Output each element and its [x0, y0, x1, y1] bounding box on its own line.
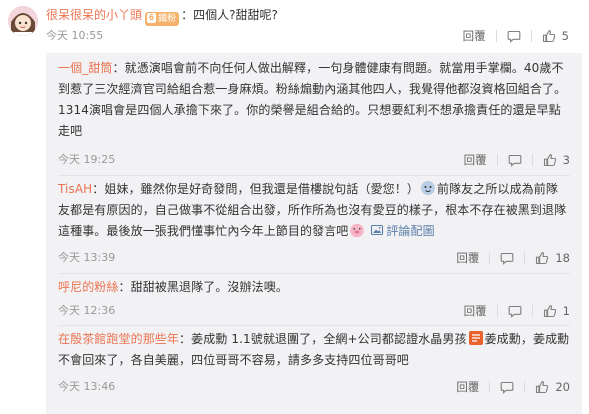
timestamp: 今天 10:55 [46, 29, 104, 42]
reply-button[interactable]: 回覆 [456, 380, 479, 394]
list-item: 在殷茶館跑堂的那些年：姜成勳 1.1號就退團了，全網+公司都認證水晶男孩 姜成勳，… [58, 329, 570, 371]
reply-button[interactable]: 回覆 [463, 29, 486, 43]
reply-actions: 回覆 1 [464, 304, 570, 318]
comment-actions: 回覆 5 [463, 29, 569, 43]
divider [531, 154, 533, 166]
fan-badge[interactable]: 6 鐵粉 [145, 12, 180, 26]
like-count: 5 [561, 29, 569, 43]
list-item: 呼尼的粉絲：甜甜被黑退隊了。沒辦法噢。 [58, 277, 570, 298]
list-item: TisAH：姐妹，雖然你是好奇發問，但我還是借樓說句話（愛您！） 前隊友之所以成為… [58, 179, 570, 242]
thumbs-up-icon[interactable] [543, 304, 557, 318]
divider [58, 273, 570, 274]
timestamp: 今天 12:36 [58, 304, 116, 317]
reply-actions: 回覆 3 [464, 153, 570, 167]
timestamp: 今天 19:25 [58, 153, 116, 166]
reply-text: 呼尼的粉絲：甜甜被黑退隊了。沒辦法噢。 [58, 280, 288, 294]
avatar[interactable] [8, 6, 38, 36]
divider [489, 381, 491, 393]
timestamp: 今天 13:46 [58, 380, 116, 393]
pig-emoji-icon [349, 222, 365, 238]
divider [531, 305, 533, 317]
reply-username[interactable]: 一個_甜筒 [58, 61, 113, 75]
divider [524, 381, 526, 393]
like-count: 20 [555, 380, 570, 394]
emoji-icon [420, 180, 436, 196]
divider [58, 325, 570, 326]
reply-list: 一個_甜筒：就憑演唱會前不向任何人做出解釋，一句身體健康有問題。就當用手掌欄。4… [46, 53, 582, 414]
image-icon [370, 223, 384, 237]
divider [530, 30, 532, 42]
like-count: 1 [562, 304, 570, 318]
like-count: 18 [555, 251, 570, 265]
comment-icon[interactable] [500, 251, 514, 265]
divider [495, 30, 497, 42]
reply-text: 在殷茶館跑堂的那些年：姜成勳 1.1號就退團了，全網+公司都認證水晶男孩 姜成勳，… [58, 330, 570, 367]
divider [489, 252, 491, 264]
username[interactable]: 很呆很呆的小丫頭 [46, 8, 142, 22]
timestamp: 今天 13:39 [58, 251, 116, 264]
comment-icon[interactable] [507, 29, 521, 43]
reply-button[interactable]: 回覆 [456, 251, 479, 265]
thumbs-up-icon[interactable] [543, 153, 557, 167]
thumbs-up-icon[interactable] [535, 380, 549, 394]
divider [496, 305, 498, 317]
list-item: 一個_甜筒：就憑演唱會前不向任何人做出解釋，一句身體健康有問題。就當用手掌欄。4… [58, 58, 570, 142]
comment-icon[interactable] [508, 304, 522, 318]
comment-text: ：四個人?甜甜呢? [181, 8, 278, 22]
comment-image-link[interactable]: 評論配圖 [370, 223, 435, 238]
comment-icon[interactable] [500, 380, 514, 394]
reply-text: 一個_甜筒：就憑演唱會前不向任何人做出解釋，一句身體健康有問題。就當用手掌欄。4… [58, 61, 567, 138]
divider [496, 154, 498, 166]
emoji-icon [468, 330, 484, 346]
divider [524, 252, 526, 264]
reply-actions: 回覆 18 [456, 251, 570, 265]
reply-username[interactable]: TisAH [58, 182, 92, 196]
divider [58, 175, 570, 176]
like-count: 3 [562, 153, 570, 167]
reply-text: TisAH：姐妹，雖然你是好奇發問，但我還是借樓說句話（愛您！） 前隊友之所以成為… [58, 180, 567, 238]
thumbs-up-icon[interactable] [535, 251, 549, 265]
reply-button[interactable]: 回覆 [464, 304, 487, 318]
reply-button[interactable]: 回覆 [464, 153, 487, 167]
reply-actions: 回覆 20 [456, 380, 570, 394]
thumbs-up-icon[interactable] [542, 29, 556, 43]
reply-username[interactable]: 在殷茶館跑堂的那些年 [58, 332, 179, 346]
comment-icon[interactable] [508, 153, 522, 167]
reply-username[interactable]: 呼尼的粉絲 [58, 280, 119, 294]
main-comment: 很呆很呆的小丫頭 6 鐵粉 ：四個人?甜甜呢? 今天 10:55 回覆 5 [0, 0, 589, 52]
